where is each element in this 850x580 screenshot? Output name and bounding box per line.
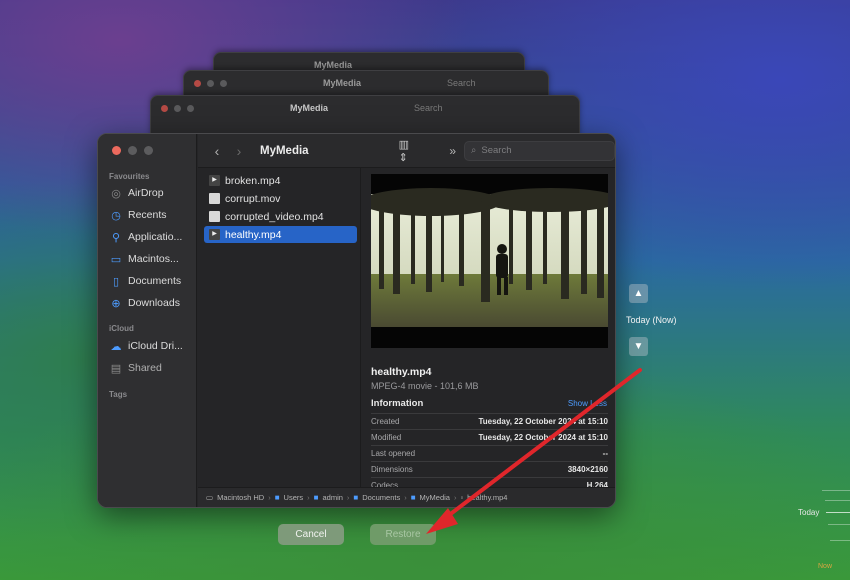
annotation-arrow: [426, 368, 642, 534]
